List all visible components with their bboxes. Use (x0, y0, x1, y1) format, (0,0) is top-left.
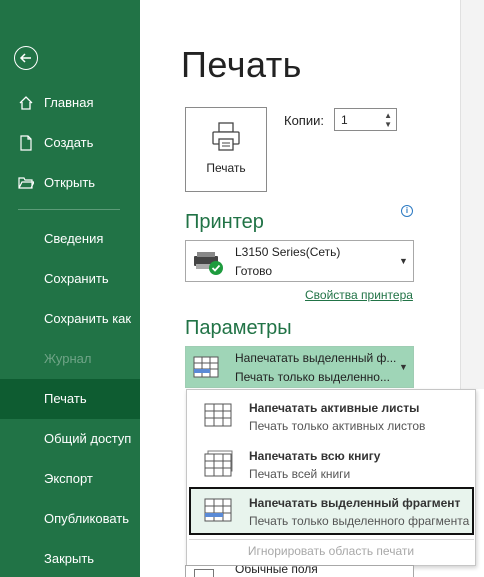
menu-item-title: Напечатать выделенный фрагмент (249, 496, 461, 510)
nav-save-as-label: Сохранить как (44, 311, 132, 326)
print-what-subtitle: Печать только выделенно... (235, 370, 390, 384)
backstage-sidebar: Главная Создать Открыть Сведения Сохрани… (0, 0, 140, 577)
nav-close-label: Закрыть (44, 551, 95, 566)
printer-icon (212, 122, 240, 151)
print-button-label: Печать (206, 161, 246, 175)
nav-new-label: Создать (44, 135, 94, 150)
nav-publish-label: Опубликовать (44, 511, 130, 526)
printer-properties-link[interactable]: Свойства принтера (305, 288, 413, 302)
menu-item-active-sheets[interactable]: Напечатать активные листы Печать только … (189, 392, 474, 440)
print-what-menu: Напечатать активные листы Печать только … (186, 389, 476, 566)
menu-item-entire-workbook[interactable]: Напечатать всю книгу Печать всей книги (189, 440, 474, 488)
margins-dropdown[interactable]: Обычные поля (185, 565, 414, 577)
chevron-down-icon: ▼ (399, 256, 408, 266)
printer-status: Готово (235, 264, 273, 278)
nav-close[interactable]: Закрыть (0, 539, 140, 577)
active-sheets-icon (204, 403, 232, 427)
sidebar-divider (18, 209, 120, 210)
menu-item-title: Напечатать всю книгу (249, 449, 381, 463)
nav-open-label: Открыть (44, 175, 96, 190)
nav-home-label: Главная (44, 95, 94, 110)
chevron-down-icon: ▼ (399, 362, 408, 372)
nav-publish[interactable]: Опубликовать (0, 499, 140, 539)
nav-open[interactable]: Открыть (0, 163, 140, 203)
ignore-print-area-option: Игнорировать область печати (247, 544, 415, 558)
spin-up-icon[interactable]: ▲ (384, 111, 392, 120)
copies-value: 1 (341, 113, 348, 127)
nav-print[interactable]: Печать (0, 379, 140, 419)
selection-icon (204, 498, 232, 522)
back-button[interactable] (14, 46, 38, 70)
home-icon (19, 96, 33, 110)
info-icon[interactable]: i (401, 205, 413, 217)
nav-history: Журнал (0, 339, 140, 379)
nav-share[interactable]: Общий доступ (0, 419, 140, 459)
margins-label: Обычные поля (235, 565, 318, 576)
spin-down-icon[interactable]: ▼ (384, 120, 392, 129)
nav-share-label: Общий доступ (44, 431, 132, 446)
printer-section-heading: Принтер (185, 211, 264, 233)
nav-new[interactable]: Создать (0, 123, 140, 163)
menu-item-subtitle: Печать только активных листов (249, 419, 426, 433)
print-preview-edge (460, 0, 484, 389)
menu-separator (189, 539, 474, 540)
nav-export-label: Экспорт (44, 471, 93, 486)
nav-save[interactable]: Сохранить (0, 259, 140, 299)
nav-print-label: Печать (44, 391, 87, 406)
page-title: Печать (181, 44, 302, 85)
nav-save-as[interactable]: Сохранить как (0, 299, 140, 339)
entire-workbook-icon (204, 450, 233, 477)
settings-section-heading: Параметры (185, 317, 292, 339)
menu-item-subtitle: Печать только выделенного фрагмента (249, 514, 470, 528)
nav-history-label: Журнал (44, 351, 92, 366)
printer-select[interactable]: L3150 Series(Сеть) Готово ▼ (185, 240, 414, 282)
menu-item-subtitle: Печать всей книги (249, 467, 351, 481)
nav-info[interactable]: Сведения (0, 219, 140, 259)
margins-icon (194, 569, 214, 577)
nav-info-label: Сведения (44, 231, 104, 246)
print-what-dropdown[interactable]: Напечатать выделенный ф... Печать только… (185, 346, 414, 388)
print-button[interactable]: Печать (185, 107, 267, 192)
print-selection-icon (193, 356, 219, 378)
network-printer-icon (194, 252, 223, 275)
copies-stepper[interactable]: 1 ▲ ▼ (334, 108, 397, 131)
folder-open-icon (18, 177, 34, 189)
print-what-title: Напечатать выделенный ф... (235, 351, 397, 365)
arrow-left-icon (19, 53, 31, 63)
printer-name: L3150 Series(Сеть) (235, 245, 341, 259)
nav-save-label: Сохранить (44, 271, 109, 286)
nav-export[interactable]: Экспорт (0, 459, 140, 499)
menu-item-title: Напечатать активные листы (249, 401, 420, 415)
copies-label: Копии: (284, 113, 324, 128)
new-document-icon (20, 135, 32, 151)
nav-home[interactable]: Главная (0, 83, 140, 123)
menu-item-selection[interactable]: Напечатать выделенный фрагмент Печать то… (189, 487, 474, 535)
